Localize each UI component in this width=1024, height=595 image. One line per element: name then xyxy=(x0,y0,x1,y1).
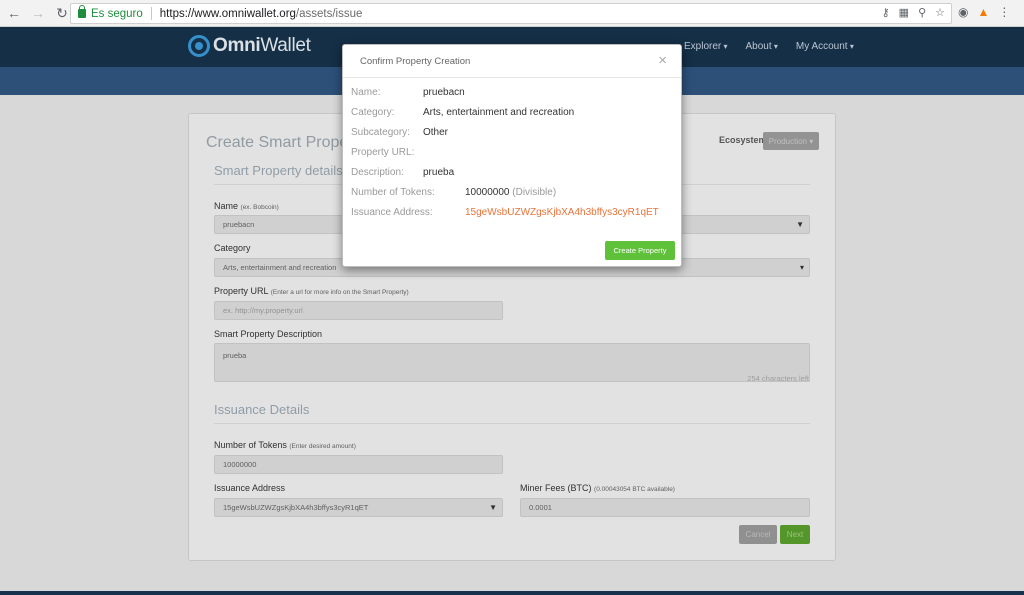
address-select[interactable]: 15geWsbUZWZgsKjbXA4h3bffys3cyR1qET ▼ xyxy=(214,498,503,517)
url-host: https://www.omniwallet.org xyxy=(159,7,296,20)
fees-input[interactable]: 0.0001 xyxy=(520,498,810,517)
forward-arrow-icon[interactable]: → xyxy=(28,3,48,23)
key-icon[interactable]: ⚷ xyxy=(882,6,890,19)
nav-my-account[interactable]: My Account xyxy=(796,41,854,52)
confirm-dialog: Confirm Property Creation × Name: pruebac… xyxy=(342,44,682,267)
property-url-label: Property URL (Enter a url for more info … xyxy=(214,286,409,296)
footer-strip xyxy=(0,591,1024,595)
dialog-title: Confirm Property Creation xyxy=(360,55,471,67)
summary-name-row: Name: pruebacn xyxy=(351,87,465,98)
fees-label: Miner Fees (BTC) (0.00043054 BTC availab… xyxy=(520,483,675,493)
summary-description-row: Description: prueba xyxy=(351,167,455,178)
create-property-button[interactable]: Create Property xyxy=(605,241,675,260)
nav-about[interactable]: About xyxy=(746,41,778,52)
description-value: prueba xyxy=(223,351,247,360)
reload-icon[interactable]: ↻ xyxy=(52,3,72,23)
back-arrow-icon[interactable]: ← xyxy=(4,3,24,23)
translate-icon[interactable]: ▦ xyxy=(899,6,909,19)
menu-dots-icon[interactable]: ⋮ xyxy=(998,5,1010,19)
ecosystem-select[interactable]: Production ▾ xyxy=(763,132,819,150)
url-text[interactable]: https://www.omniwallet.org/assets/issue xyxy=(160,8,363,20)
issuance-section-title: Issuance Details xyxy=(214,402,310,417)
metamask-icon[interactable]: ▲ xyxy=(977,5,989,19)
zoom-icon[interactable]: ⚲ xyxy=(918,6,926,19)
char-count: 254 characters left xyxy=(747,374,809,383)
url-path: /assets/issue xyxy=(295,7,363,20)
category-label: Category xyxy=(214,243,251,253)
cancel-button[interactable]: Cancel xyxy=(739,525,777,544)
lock-icon xyxy=(78,5,86,18)
secure-label: Es seguro xyxy=(91,7,143,20)
next-button[interactable]: Next xyxy=(780,525,810,544)
brand-name: OmniWallet xyxy=(213,35,311,56)
close-icon[interactable]: × xyxy=(658,53,667,68)
omni-logo-icon xyxy=(188,35,210,57)
star-icon[interactable]: ☆ xyxy=(935,6,945,19)
nav-explorer[interactable]: Explorer xyxy=(684,41,728,52)
address-label: Issuance Address xyxy=(214,483,286,493)
divider xyxy=(150,7,152,20)
summary-subcategory-row: Subcategory: Other xyxy=(351,127,449,138)
summary-address-row: Issuance Address: 15geWsbUZWZgsKjbXA4h3bf… xyxy=(351,207,659,218)
browser-toolbar: ← → ↻ Es seguro https://www.omniwallet.o… xyxy=(0,0,1024,27)
description-textarea[interactable]: prueba 254 characters left xyxy=(214,343,810,383)
tokens-label: Number of Tokens (Enter desired amount) xyxy=(214,440,356,450)
property-url-input[interactable]: ex. http://my.property.url xyxy=(214,301,503,320)
dialog-header: Confirm Property Creation × xyxy=(343,45,681,78)
details-section-title: Smart Property details xyxy=(214,163,343,178)
summary-category-row: Category: Arts, entertainment and recreat… xyxy=(351,107,575,118)
summary-tokens-row: Number of Tokens: 10000000 (Divisible) xyxy=(351,187,557,198)
ecosystem-label: Ecosystem xyxy=(719,135,767,145)
section-divider xyxy=(214,423,810,424)
description-label: Smart Property Description xyxy=(214,329,323,339)
summary-url-row: Property URL: xyxy=(351,147,415,158)
address-bar[interactable]: Es seguro https://www.omniwallet.org/ass… xyxy=(70,3,952,24)
omniwallet-logo[interactable]: OmniWallet xyxy=(188,35,311,57)
extension-icon[interactable]: ◉ xyxy=(958,5,968,19)
name-label: Name (ex. Bobcoin) xyxy=(214,201,279,211)
tokens-input[interactable]: 10000000 xyxy=(214,455,503,474)
